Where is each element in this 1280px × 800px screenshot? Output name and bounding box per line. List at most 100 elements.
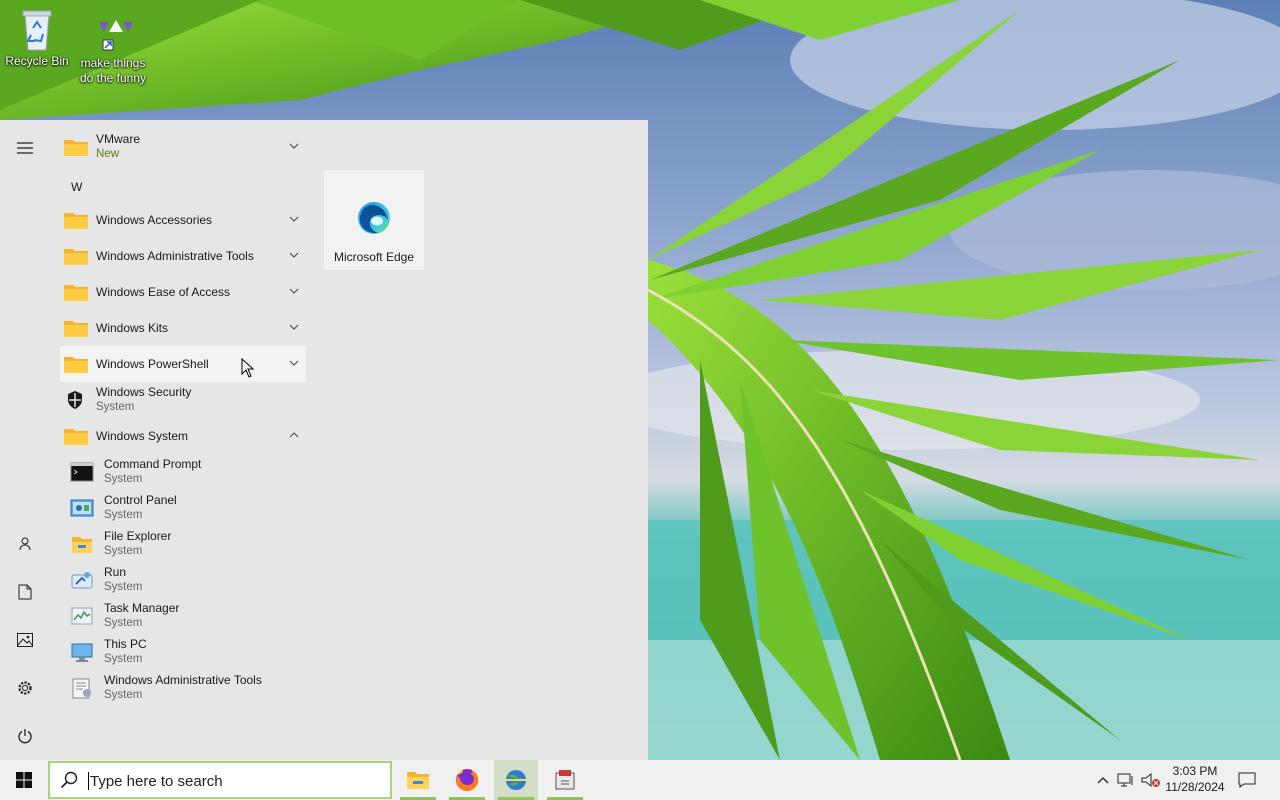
folder-icon (64, 321, 88, 337)
show-hidden-icons-button[interactable] (1094, 760, 1112, 800)
this-pc-icon (71, 643, 93, 662)
folder-label: Windows Kits (96, 321, 169, 335)
folder-label: VMware (96, 132, 141, 146)
folder-icon (64, 357, 88, 373)
folder-label: Windows Ease of Access (96, 285, 231, 299)
app-label: Task Manager (104, 601, 180, 615)
recycle-bin-desktop-icon[interactable]: Recycle Bin (0, 8, 74, 69)
app-file-explorer[interactable]: File Explorer System (60, 526, 306, 562)
start-left-rail (0, 120, 50, 760)
taskbar-archive-app[interactable] (543, 760, 587, 800)
folder-label: Windows Administrative Tools (96, 249, 254, 263)
app-sublabel: System (104, 473, 143, 485)
shield-icon (68, 391, 82, 409)
chevron-down-icon (289, 288, 299, 294)
tile-label: Microsoft Edge (333, 250, 415, 264)
triangles-shortcut-icon (89, 18, 137, 54)
section-letter[interactable]: W (71, 180, 82, 194)
firefox-icon (456, 768, 479, 791)
app-folder-windows-kits[interactable]: Windows Kits (60, 310, 306, 346)
app-label: This PC (104, 637, 147, 651)
network-status-button[interactable] (1116, 760, 1136, 800)
task-manager-icon (71, 607, 93, 625)
app-label: Windows Security (96, 385, 192, 399)
folder-icon (64, 429, 88, 445)
app-command-prompt[interactable]: Command Prompt System (60, 454, 306, 490)
app-folder-windows-administrative-tools[interactable]: Windows Administrative Tools (60, 238, 306, 274)
app-sublabel: System (104, 617, 143, 629)
notification-icon (1238, 772, 1256, 788)
tile-microsoft-edge[interactable]: Microsoft Edge (324, 170, 424, 270)
desktop-icon-label: make things do the funny (79, 56, 147, 85)
app-label: Windows Administrative Tools (104, 673, 262, 687)
clock-time: 3:03 PM (1172, 764, 1218, 778)
network-globe-icon (506, 770, 526, 790)
power-icon[interactable] (5, 716, 45, 756)
app-task-manager[interactable]: Task Manager System (60, 598, 306, 634)
app-run[interactable]: Run System (60, 562, 306, 598)
taskbar-network-app[interactable] (494, 760, 538, 800)
text-caret (88, 772, 89, 790)
app-sublabel: System (104, 509, 143, 521)
app-sublabel: System (104, 689, 143, 701)
network-icon (1117, 773, 1133, 787)
action-center-button[interactable] (1236, 760, 1258, 800)
settings-icon[interactable] (5, 668, 45, 708)
recycle-bin-icon (13, 8, 61, 52)
chevron-down-icon (289, 324, 299, 330)
folder-icon (64, 140, 88, 156)
app-sublabel: System (96, 401, 135, 413)
app-control-panel[interactable]: Control Panel System (60, 490, 306, 526)
app-label: Run (104, 565, 127, 579)
shortcut-desktop-icon[interactable]: make things do the funny (76, 18, 150, 86)
folder-icon (64, 249, 88, 265)
user-icon[interactable] (5, 524, 45, 564)
folder-label: Windows PowerShell (96, 357, 209, 371)
app-sublabel: System (104, 581, 143, 593)
app-windows-security[interactable]: Windows Security System (60, 382, 306, 418)
mouse-cursor-icon (241, 358, 255, 378)
app-label: File Explorer (104, 529, 172, 543)
app-sublabel: System (104, 653, 143, 665)
control-panel-icon (70, 499, 94, 517)
chevron-up-icon (1097, 777, 1109, 784)
folder-label: Windows Accessories (96, 213, 213, 227)
new-badge: New (96, 148, 120, 160)
app-folder-windows-ease-of-access[interactable]: Windows Ease of Access (60, 274, 306, 310)
chevron-down-icon (289, 143, 299, 149)
app-sublabel: System (104, 545, 143, 557)
app-folder-windows-accessories[interactable]: Windows Accessories (60, 202, 306, 238)
app-folder-windows-powershell[interactable]: Windows PowerShell (60, 346, 306, 382)
app-folder-windows-system[interactable]: Windows System (60, 418, 306, 454)
search-placeholder: Type here to search (90, 773, 223, 790)
taskbar-clock[interactable]: 3:03 PM 11/28/2024 (1158, 763, 1232, 795)
chevron-down-icon (289, 360, 299, 366)
windows-logo-icon (16, 772, 32, 788)
documents-icon[interactable] (5, 572, 45, 612)
taskbar-firefox[interactable] (445, 760, 489, 800)
run-icon (71, 572, 93, 589)
start-menu: VMware New W Windows Accessories Windows… (0, 120, 648, 760)
edge-icon (358, 202, 390, 234)
desktop-icon-label: Recycle Bin (5, 54, 69, 68)
folder-icon (64, 213, 88, 229)
folder-icon (64, 285, 88, 301)
file-explorer-icon (72, 537, 92, 553)
archive-app-icon (555, 770, 575, 790)
pictures-icon[interactable] (5, 620, 45, 660)
admin-tools-icon (72, 678, 91, 699)
app-windows-administrative-tools[interactable]: Windows Administrative Tools System (60, 670, 306, 706)
chevron-up-icon (289, 432, 299, 438)
command-prompt-icon (70, 462, 94, 482)
app-this-pc[interactable]: This PC System (60, 634, 306, 670)
clock-date: 11/28/2024 (1165, 780, 1225, 794)
chevron-down-icon (289, 216, 299, 222)
menu-icon[interactable] (5, 128, 45, 168)
file-explorer-icon (407, 772, 429, 789)
taskbar-file-explorer[interactable] (396, 760, 440, 800)
start-button[interactable] (0, 760, 48, 800)
taskbar-search-box[interactable]: Type here to search (48, 761, 392, 799)
app-label: Control Panel (104, 493, 177, 507)
app-label: Command Prompt (104, 457, 202, 471)
app-folder-vmware[interactable]: VMware New (60, 129, 306, 165)
